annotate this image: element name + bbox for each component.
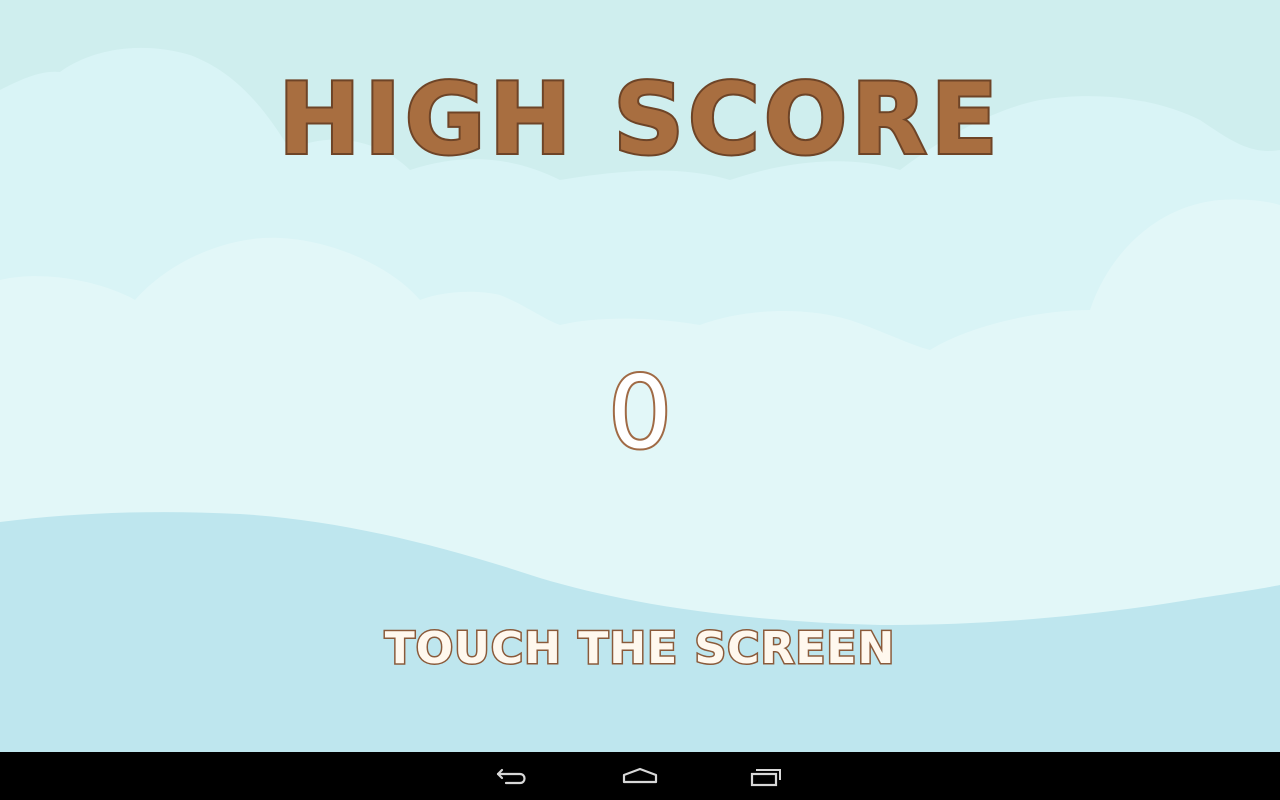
back-button[interactable]	[480, 758, 544, 794]
home-button[interactable]	[608, 758, 672, 794]
touch-area[interactable]: HIGH SCORE 0 TOUCH THE SCREEN	[0, 0, 1280, 752]
high-score-title: HIGH SCORE	[276, 62, 1002, 178]
recent-apps-button[interactable]	[736, 758, 800, 794]
score-value: 0	[606, 354, 674, 471]
navigation-bar	[0, 752, 1280, 800]
home-icon	[622, 767, 658, 784]
touch-prompt: TOUCH THE SCREEN	[383, 622, 896, 675]
back-arrow-icon	[496, 768, 526, 785]
recent-apps-icon	[750, 769, 781, 787]
game-screen: HIGH SCORE 0 TOUCH THE SCREEN	[0, 0, 1280, 800]
